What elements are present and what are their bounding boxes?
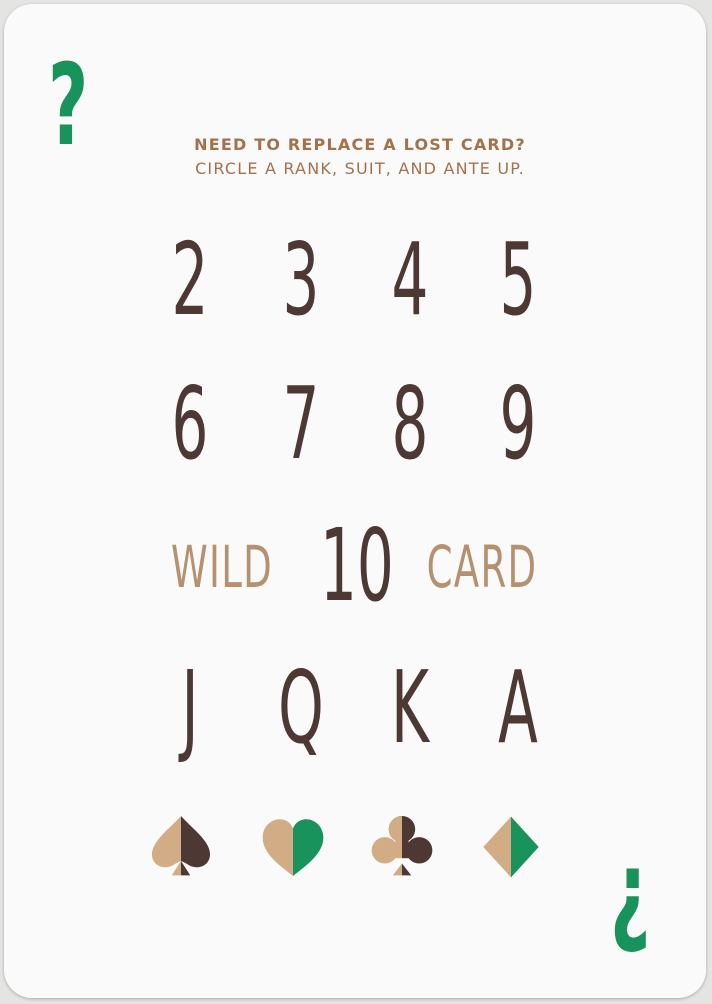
rank-10: 10 [320, 507, 394, 624]
rank-2: 2 [171, 221, 209, 338]
rank-6: 6 [171, 365, 209, 482]
club-icon [371, 815, 433, 876]
rank-jack: J [181, 649, 199, 766]
heart-icon [262, 819, 324, 877]
header-subtitle: CIRCLE A RANK, SUIT, AND ANTE UP. [195, 159, 525, 178]
rank-4: 4 [391, 221, 429, 338]
rank-3: 3 [282, 221, 320, 338]
rank-ace: A [498, 649, 538, 766]
rank-8: 8 [391, 365, 429, 482]
playing-card: ? NEED TO REPLACE A LOST CARD? CIRCLE A … [4, 4, 706, 998]
rank-5: 5 [499, 221, 537, 338]
rank-9: 9 [499, 365, 537, 482]
wild-label: WILD [170, 533, 274, 601]
card-label: CARD [426, 533, 538, 601]
header-title: NEED TO REPLACE A LOST CARD? [194, 135, 526, 154]
corner-inverted-question-mark: ¿ [610, 827, 651, 957]
diamond-icon [483, 816, 539, 878]
spade-icon [151, 815, 211, 876]
rank-7: 7 [282, 365, 320, 482]
rank-king: K [390, 649, 430, 766]
rank-queen: Q [278, 649, 324, 766]
card-header: NEED TO REPLACE A LOST CARD? CIRCLE A RA… [4, 134, 706, 182]
